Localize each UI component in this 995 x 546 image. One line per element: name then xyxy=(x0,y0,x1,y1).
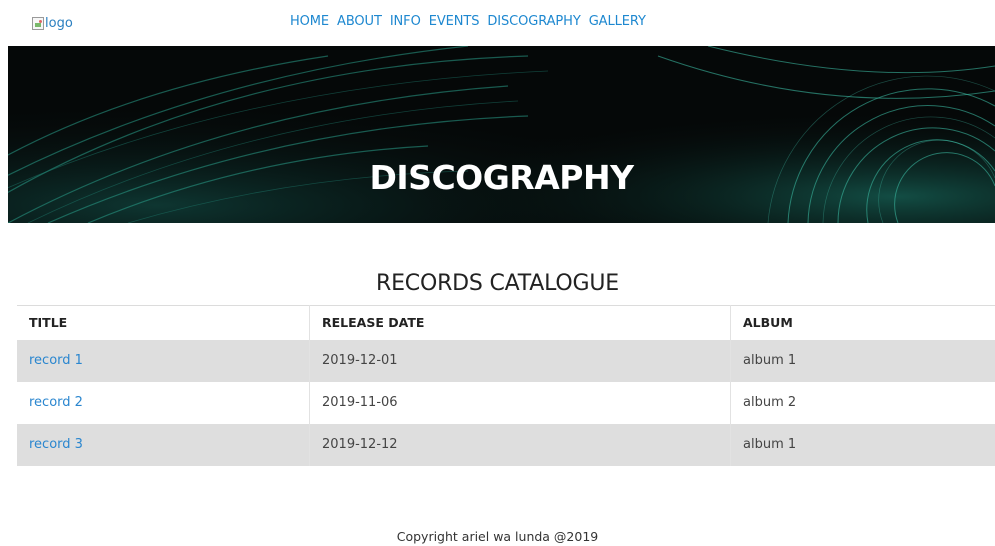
column-header-album: ALBUM xyxy=(730,305,995,340)
record-title-cell: record 2 xyxy=(17,382,310,424)
table-row: record 3 2019-12-12 album 1 xyxy=(17,423,995,466)
album-cell: album 1 xyxy=(730,339,995,382)
table-header-row: TITLE RELEASE DATE ALBUM xyxy=(17,305,995,340)
records-table-header: TITLE RELEASE DATE ALBUM xyxy=(17,305,995,340)
footer-copyright: Copyright ariel wa lunda @2019 xyxy=(396,529,599,544)
table-row: record 2 2019-11-06 album 2 xyxy=(17,381,995,424)
logo-alt-text: logo xyxy=(45,15,73,31)
hero-banner: DISCOGRAPHY xyxy=(8,46,995,223)
records-table: TITLE RELEASE DATE ALBUM record 1 2019-1… xyxy=(17,305,995,466)
record-title-cell: record 1 xyxy=(17,340,310,382)
record-title-link[interactable]: record 2 xyxy=(29,395,83,410)
page: logo HOME ABOUT INFO EVENTS DISCOGRAPHY … xyxy=(0,0,995,546)
nav-discography[interactable]: DISCOGRAPHY xyxy=(487,14,580,29)
table-row: record 1 2019-12-01 album 1 xyxy=(17,339,995,382)
top-bar: logo HOME ABOUT INFO EVENTS DISCOGRAPHY … xyxy=(0,0,995,46)
column-header-release-date: RELEASE DATE xyxy=(309,305,731,340)
album-cell: album 2 xyxy=(730,381,995,424)
column-header-title: TITLE xyxy=(29,315,68,331)
nav-info[interactable]: INFO xyxy=(390,14,421,29)
release-date-cell: 2019-12-01 xyxy=(309,339,731,382)
main-nav: HOME ABOUT INFO EVENTS DISCOGRAPHY GALLE… xyxy=(290,14,654,29)
record-title-link[interactable]: record 1 xyxy=(29,353,83,368)
hero-title: DISCOGRAPHY xyxy=(369,158,634,198)
nav-home[interactable]: HOME xyxy=(290,14,329,29)
records-catalogue-heading: RECORDS CATALOGUE xyxy=(376,271,619,297)
release-date-cell: 2019-12-12 xyxy=(309,423,731,466)
records-table-body: record 1 2019-12-01 album 1 record 2 201… xyxy=(17,339,995,466)
nav-about[interactable]: ABOUT xyxy=(337,14,382,29)
logo-link[interactable]: logo xyxy=(32,14,73,32)
nav-gallery[interactable]: GALLERY xyxy=(589,14,646,29)
record-title-link[interactable]: record 3 xyxy=(29,437,83,452)
release-date-cell: 2019-11-06 xyxy=(309,381,731,424)
record-title-cell: record 3 xyxy=(17,424,310,466)
broken-image-icon xyxy=(32,16,44,30)
nav-events[interactable]: EVENTS xyxy=(429,14,480,29)
album-cell: album 1 xyxy=(730,423,995,466)
